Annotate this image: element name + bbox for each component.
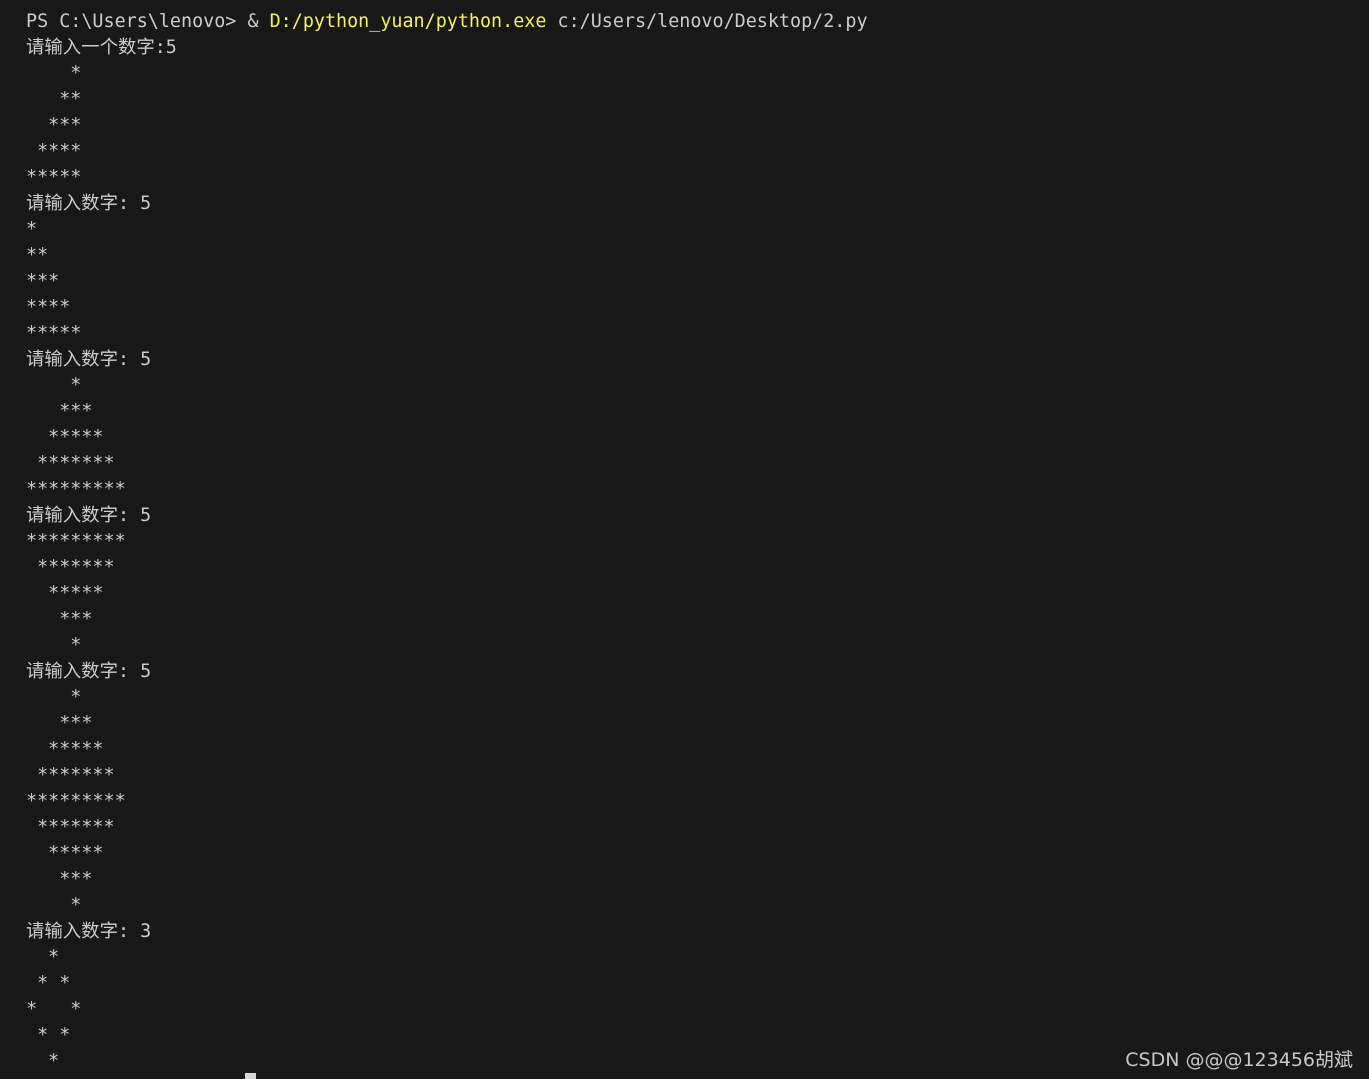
output-line: 请输入数字: 5 — [26, 505, 152, 526]
output-line: ***** — [26, 323, 82, 344]
output-line: ******* — [26, 453, 115, 474]
output-line: * — [26, 895, 82, 916]
command-line: PS C:\Users\lenovo> & D:/python_yuan/pyt… — [26, 9, 868, 35]
executable-path: D:/python_yuan/python.exe — [269, 11, 547, 32]
output-line: ********* — [26, 791, 126, 812]
output-line: ***** — [26, 427, 104, 448]
text-cursor — [245, 1073, 256, 1079]
terminal-panel[interactable]: PS C:\Users\lenovo> & D:/python_yuan/pyt… — [0, 0, 1369, 1079]
output-line: *** — [26, 401, 93, 422]
output-line: * — [26, 63, 82, 84]
output-line: * — [26, 219, 38, 240]
output-line: ** — [26, 89, 82, 110]
output-line: * — [26, 635, 82, 656]
output-line: *** — [26, 609, 93, 630]
output-line: ******* — [26, 765, 115, 786]
output-line: ********* — [26, 531, 126, 552]
output-line: * — [26, 1051, 60, 1072]
output-line: **** — [26, 141, 82, 162]
call-operator: & — [247, 11, 270, 32]
output-line: * — [26, 687, 82, 708]
output-line: * — [26, 375, 82, 396]
terminal-output: PS C:\Users\lenovo> & D:/python_yuan/pyt… — [26, 9, 868, 1075]
output-line: ***** — [26, 583, 104, 604]
output-line: **** — [26, 297, 71, 318]
output-line: * * — [26, 1025, 71, 1046]
output-line: *** — [26, 271, 60, 292]
output-line: *** — [26, 115, 82, 136]
watermark: CSDN @@@123456胡斌 — [1125, 1049, 1353, 1071]
output-line: 请输入数字: 5 — [26, 349, 152, 370]
output-line: * * — [26, 999, 82, 1020]
output-line: * * — [26, 973, 71, 994]
output-line: * — [26, 947, 60, 968]
output-line: ********* — [26, 479, 126, 500]
output-line: ** — [26, 245, 49, 266]
output-line: ******* — [26, 817, 115, 838]
output-line: 请输入数字: 5 — [26, 661, 152, 682]
output-line: *** — [26, 713, 93, 734]
output-line: 请输入数字: 5 — [26, 193, 152, 214]
output-line: ***** — [26, 739, 104, 760]
output-line: ***** — [26, 843, 104, 864]
output-line: 请输入一个数字:5 — [26, 37, 177, 58]
output-line: *** — [26, 869, 93, 890]
script-path: c:/Users/lenovo/Desktop/2.py — [546, 11, 868, 32]
output-line: 请输入数字: 3 — [26, 921, 152, 942]
output-line: ******* — [26, 557, 115, 578]
output-line: ***** — [26, 167, 82, 188]
prompt-text: PS C:\Users\lenovo> — [26, 11, 248, 32]
